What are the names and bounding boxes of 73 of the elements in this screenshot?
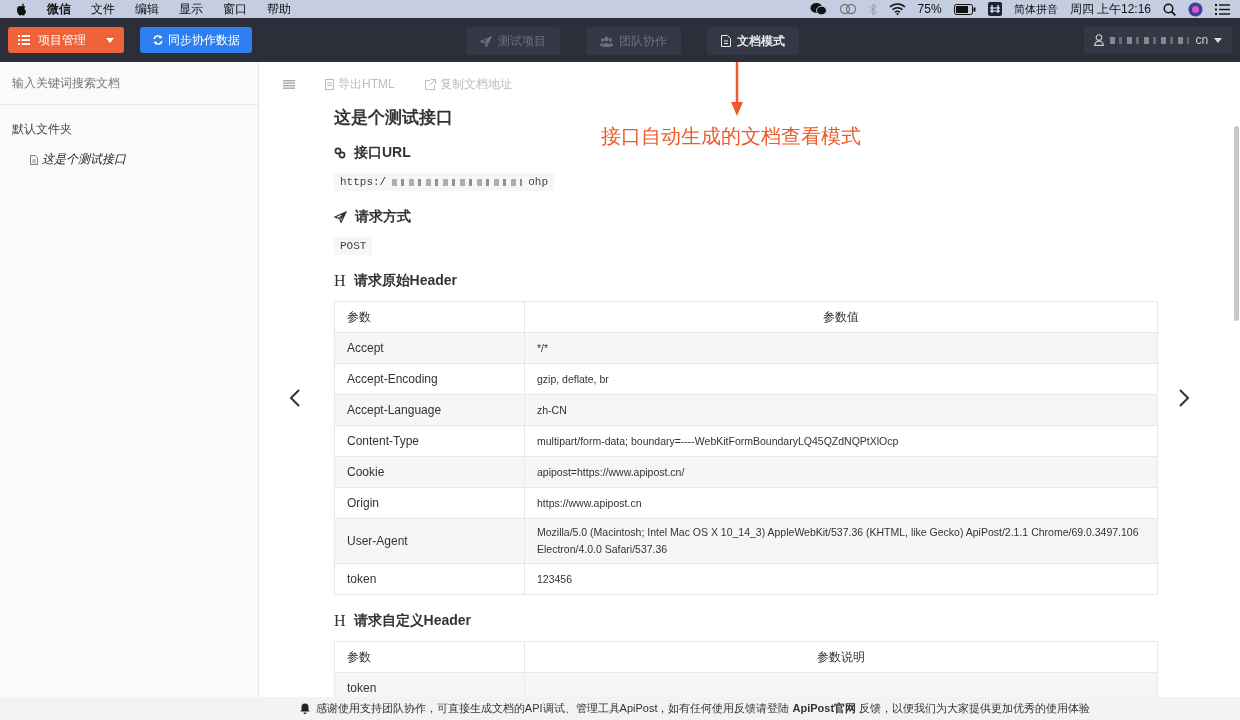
scrollbar[interactable] — [1234, 126, 1239, 321]
footer-notice: 感谢使用支持团队协作，可直接生成文档的API调试、管理工具ApiPost，如有任何使用反馈请登陆 ApiPost官网 反馈，以便我们为大家提供更加优秀的使用体验 — [315, 701, 1091, 716]
menu-item[interactable]: 显示 — [179, 0, 203, 18]
paper-plane-icon — [480, 35, 492, 47]
menu-item[interactable]: 编辑 — [135, 0, 159, 18]
table-cell: Cookie — [334, 456, 525, 488]
folder-item[interactable]: 默认文件夹 — [0, 105, 258, 146]
table-cell: Mozilla/5.0 (Macintosh; Intel Mac OS X 10_14_3) AppleWebKit/537.36 (KHTML, like Gecko) ApiPost/2.1.1 Chrome/69.0.3497.106 Electron/4.0.0 Safari/537.36 — [524, 518, 1158, 564]
input-method-icon[interactable] — [987, 2, 1002, 16]
heading-icon: H — [334, 272, 346, 290]
website-link[interactable]: ApiPost官网 — [792, 702, 857, 714]
apple-icon[interactable] — [16, 2, 27, 16]
table-cell: Accept — [334, 332, 525, 364]
column-header: 参数 — [334, 301, 525, 333]
next-icon[interactable] — [1178, 388, 1190, 408]
document-icon — [325, 78, 334, 90]
menu-item[interactable]: 微信 — [47, 0, 71, 18]
section-heading: H 请求原始Header — [334, 271, 459, 291]
wifi-icon[interactable] — [888, 3, 906, 15]
document-icon — [30, 154, 38, 165]
table-cell: Accept-Language — [334, 394, 525, 426]
caret-icon — [106, 37, 114, 43]
battery-percent: 75% — [917, 2, 942, 16]
url-value: https:/ ohp — [334, 173, 555, 191]
table-cell: multipart/form-data; boundary=----WebKitFormBoundaryLQ45QZdNQPtXlOcp — [524, 425, 1158, 457]
table-cell: */* — [524, 332, 1158, 364]
method-value: POST — [334, 237, 373, 255]
column-header: 参数值 — [524, 301, 1158, 333]
menu-item[interactable]: 窗口 — [223, 0, 247, 18]
document-item[interactable]: 这是个测试接口 — [0, 146, 258, 173]
people-icon — [600, 35, 613, 47]
column-header: 参数 — [334, 641, 525, 673]
table-cell: Accept-Encoding — [334, 363, 525, 395]
column-header: 参数说明 — [524, 641, 1158, 673]
previous-icon[interactable] — [289, 388, 301, 408]
document-title: 这是个测试接口 — [334, 107, 454, 129]
refresh-icon — [152, 35, 164, 45]
table-cell: Content-Type — [334, 425, 525, 457]
table-cell: Origin — [334, 487, 525, 519]
table-cell: apipost=https://www.apipost.cn/ — [524, 456, 1158, 488]
siri-icon[interactable] — [1188, 1, 1203, 17]
input-method-label: 简体拼音 — [1013, 1, 1058, 17]
chat-icon[interactable] — [809, 2, 827, 16]
table-cell: 123456 — [524, 563, 1158, 595]
table-cell: token — [334, 672, 525, 697]
paper-plane-icon — [334, 211, 347, 223]
table-cell: token — [334, 563, 525, 595]
cloud-icon[interactable] — [838, 3, 857, 15]
battery-icon[interactable] — [953, 3, 976, 15]
list-icon — [18, 35, 30, 45]
user-icon — [1094, 34, 1104, 46]
mode-tab[interactable]: 文档模式 — [707, 27, 799, 55]
table-cell: zh-CN — [524, 394, 1158, 426]
bell-icon — [299, 703, 310, 714]
menu-item[interactable]: 文件 — [91, 0, 115, 18]
table-cell: gzip, deflate, br — [524, 363, 1158, 395]
section-heading: H 请求自定义Header — [334, 611, 473, 631]
link-icon — [334, 147, 346, 159]
document-icon — [721, 35, 731, 47]
menu-icon[interactable] — [1215, 3, 1230, 15]
user-account-menu[interactable]: cn — [1084, 26, 1232, 54]
external-link-icon — [424, 78, 436, 90]
user-name: cn — [1195, 33, 1209, 47]
heading-icon: H — [334, 612, 346, 630]
table-cell: https://www.apipost.cn — [524, 487, 1158, 519]
table-cell: User-Agent — [334, 518, 525, 564]
section-heading: 请求方式 — [334, 207, 1158, 227]
menu-item[interactable]: 帮助 — [267, 0, 291, 18]
annotation-arrow — [731, 62, 743, 116]
sync-button[interactable]: 同步协作数据 — [140, 27, 252, 53]
caret-icon — [1214, 37, 1222, 43]
search-icon[interactable] — [1163, 2, 1176, 16]
menubar-clock: 周四 上午12:16 — [1069, 0, 1151, 18]
